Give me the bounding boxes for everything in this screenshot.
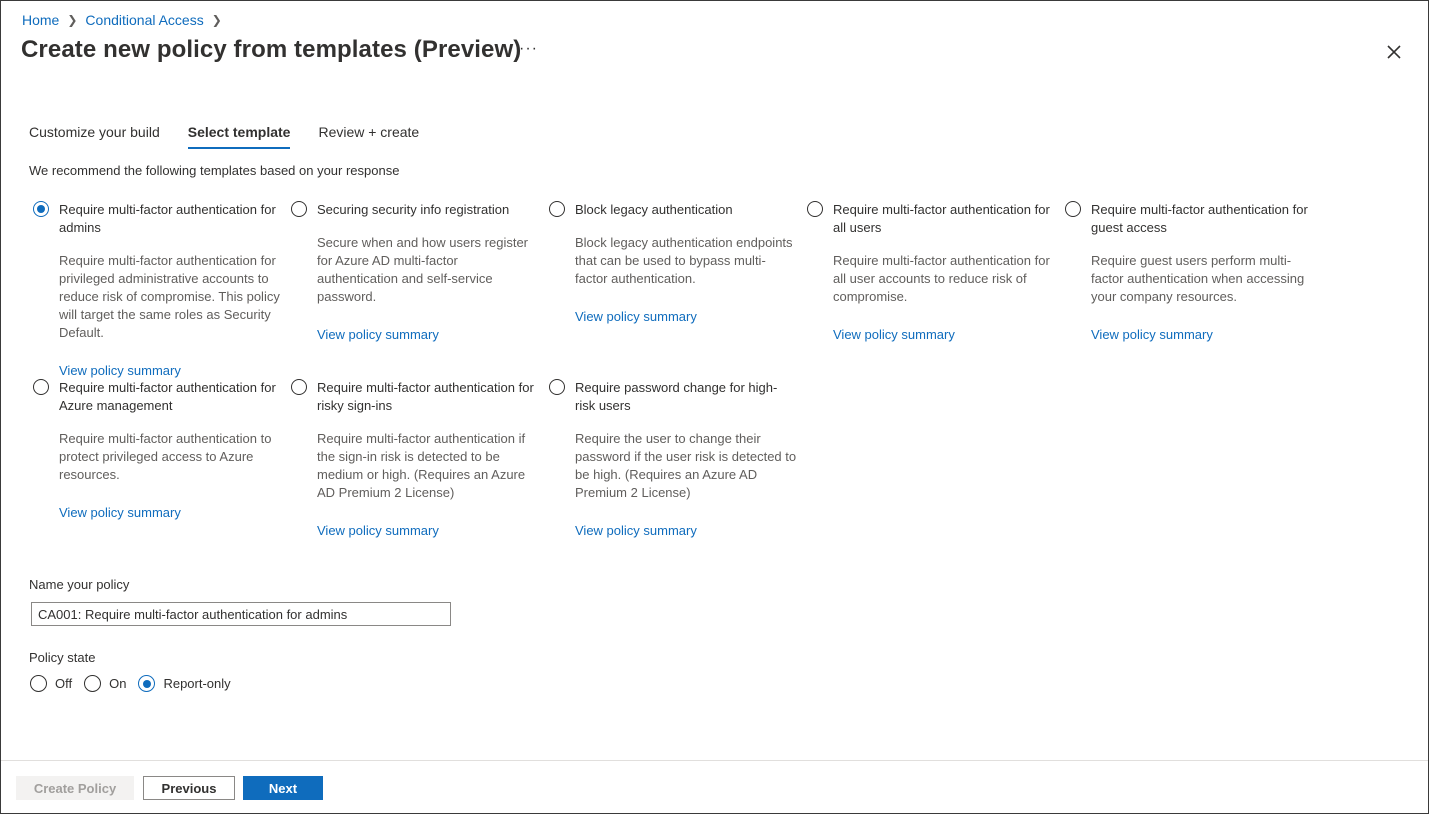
template-radio[interactable] bbox=[807, 201, 823, 217]
template-title: Require multi-factor authentication for … bbox=[317, 380, 534, 413]
policy-state-report-only[interactable]: Report-only bbox=[138, 675, 231, 692]
radio-off[interactable] bbox=[30, 675, 47, 692]
policy-state-off[interactable]: Off bbox=[30, 675, 72, 692]
policy-state-report-only-label: Report-only bbox=[163, 676, 231, 691]
template-title: Require multi-factor authentication for … bbox=[833, 202, 1050, 235]
breadcrumb-home[interactable]: Home bbox=[22, 12, 59, 28]
tab-select-template[interactable]: Select template bbox=[187, 124, 291, 149]
template-title: Require multi-factor authentication for … bbox=[59, 380, 276, 413]
view-policy-summary-link[interactable]: View policy summary bbox=[575, 522, 697, 540]
policy-state-on-label: On bbox=[109, 676, 127, 691]
chevron-right-icon: ❯ bbox=[211, 13, 222, 27]
footer-divider bbox=[1, 760, 1428, 761]
close-icon[interactable] bbox=[1384, 42, 1404, 62]
page-title: Create new policy from templates (Previe… bbox=[21, 36, 522, 63]
template-description: Require the user to change their passwor… bbox=[575, 431, 797, 500]
policy-name-input[interactable] bbox=[31, 602, 451, 626]
policy-state-on[interactable]: On bbox=[84, 675, 126, 692]
create-policy-button[interactable]: Create Policy bbox=[16, 776, 134, 800]
chevron-right-icon: ❯ bbox=[67, 13, 78, 27]
template-radio[interactable] bbox=[33, 379, 49, 395]
template-title: Require multi-factor authentication for … bbox=[59, 202, 276, 235]
template-title: Require multi-factor authentication for … bbox=[1091, 202, 1308, 235]
template-radio[interactable] bbox=[549, 379, 565, 395]
view-policy-summary-link[interactable]: View policy summary bbox=[317, 522, 439, 540]
policy-state-label: Policy state bbox=[29, 650, 96, 665]
tab-review-create[interactable]: Review + create bbox=[318, 124, 419, 149]
tab-customize-your-build[interactable]: Customize your build bbox=[29, 124, 160, 149]
template-radio[interactable] bbox=[549, 201, 565, 217]
template-title: Require password change for high-risk us… bbox=[575, 380, 778, 413]
view-policy-summary-link[interactable]: View policy summary bbox=[575, 308, 697, 326]
radio-on[interactable] bbox=[84, 675, 102, 692]
breadcrumb: Home ❯ Conditional Access ❯ bbox=[22, 12, 230, 28]
template-radio[interactable] bbox=[33, 201, 49, 217]
template-description: Block legacy authentication endpoints th… bbox=[575, 235, 793, 286]
template-description: Require multi-factor authentication for … bbox=[833, 253, 1050, 304]
name-policy-label: Name your policy bbox=[29, 577, 130, 592]
wizard-tabs: Customize your build Select template Rev… bbox=[29, 124, 447, 149]
previous-button[interactable]: Previous bbox=[143, 776, 235, 800]
view-policy-summary-link[interactable]: View policy summary bbox=[59, 362, 181, 380]
template-radio[interactable] bbox=[1065, 201, 1081, 217]
template-title: Securing security info registration bbox=[317, 202, 510, 217]
view-policy-summary-link[interactable]: View policy summary bbox=[833, 326, 955, 344]
template-description: Require multi-factor authentication to p… bbox=[59, 431, 272, 482]
view-policy-summary-link[interactable]: View policy summary bbox=[1091, 326, 1213, 344]
template-description: Require multi-factor authentication if t… bbox=[317, 431, 526, 500]
breadcrumb-conditional-access[interactable]: Conditional Access bbox=[85, 12, 203, 28]
template-description: Require guest users perform multi-factor… bbox=[1091, 253, 1305, 304]
template-radio[interactable] bbox=[291, 201, 307, 217]
intro-text: We recommend the following templates bas… bbox=[29, 163, 400, 178]
view-policy-summary-link[interactable]: View policy summary bbox=[59, 504, 181, 522]
policy-state-group: Off On Report-only bbox=[30, 675, 243, 692]
template-description: Require multi-factor authentication for … bbox=[59, 253, 280, 340]
radio-report-only[interactable] bbox=[138, 675, 156, 692]
more-options-icon[interactable]: ··· bbox=[519, 40, 538, 58]
template-description: Secure when and how users register for A… bbox=[317, 235, 529, 304]
next-button[interactable]: Next bbox=[243, 776, 323, 800]
template-title: Block legacy authentication bbox=[575, 202, 733, 217]
policy-state-off-label: Off bbox=[55, 676, 73, 691]
view-policy-summary-link[interactable]: View policy summary bbox=[317, 326, 439, 344]
template-radio[interactable] bbox=[291, 379, 307, 395]
